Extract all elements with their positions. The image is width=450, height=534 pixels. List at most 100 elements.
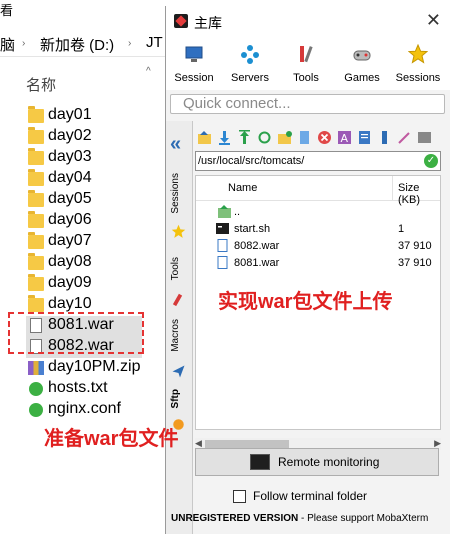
- list-item[interactable]: day09: [26, 274, 166, 295]
- main-toolbar: Session Servers Tools Games Sessions: [166, 36, 450, 90]
- list-item[interactable]: day04: [26, 169, 166, 190]
- support-text: - Please support MobaXterm: [298, 513, 429, 524]
- check-icon[interactable]: ✓: [424, 154, 438, 168]
- folder-icon: [28, 190, 44, 207]
- folder-icon: [28, 127, 44, 144]
- status-bar: UNREGISTERED VERSION - Please support Mo…: [171, 513, 450, 524]
- text-file-icon: [29, 403, 43, 417]
- folder-icon: [28, 232, 44, 249]
- list-item[interactable]: day05: [26, 190, 166, 211]
- highlight-war-files: [8, 312, 144, 354]
- monitor-icon: [185, 46, 203, 62]
- list-item[interactable]: day07: [26, 232, 166, 253]
- tab-macros[interactable]: Macros: [170, 319, 181, 352]
- script-file-icon: [216, 223, 229, 234]
- breadcrumb-chevron-icon: ›: [22, 38, 26, 49]
- send-icon: [172, 365, 185, 378]
- gamepad-icon: [353, 50, 371, 61]
- tab-sessions[interactable]: Sessions: [170, 173, 181, 214]
- magic-wand-icon[interactable]: [397, 130, 412, 145]
- document-icon: [217, 256, 228, 269]
- file-explorer-window: 看 脑 › 新加卷 (D:) › JT 名称 ^ day01 day02 day…: [0, 0, 166, 534]
- remote-path-text: /usr/local/src/tomcats/: [198, 155, 305, 167]
- remote-path-input[interactable]: /usr/local/src/tomcats/ ✓: [195, 151, 441, 171]
- window-title: 主库: [194, 15, 222, 31]
- list-item[interactable]: nginx.conf: [26, 400, 166, 421]
- tab-tools[interactable]: Tools: [170, 257, 181, 280]
- folder-icon: [28, 148, 44, 165]
- folder-icon: [28, 169, 44, 186]
- new-folder-icon[interactable]: [277, 130, 292, 145]
- table-row[interactable]: start.sh 1: [196, 221, 440, 238]
- properties-icon[interactable]: [377, 130, 392, 145]
- text-file-icon: [29, 382, 43, 396]
- folder-up-icon[interactable]: [197, 130, 212, 145]
- terminal-icon[interactable]: [417, 130, 432, 145]
- sessions-button[interactable]: Sessions: [390, 36, 446, 90]
- menu-view[interactable]: 看: [0, 0, 13, 19]
- games-button[interactable]: Games: [334, 36, 390, 90]
- sftp-panel: A /usr/local/src/tomcats/ ✓ Name Size (K…: [193, 121, 445, 534]
- mobaxterm-logo-icon: [174, 14, 188, 28]
- breadcrumb-drive[interactable]: 新加卷 (D:): [40, 34, 114, 55]
- parent-dir-row[interactable]: ..: [196, 204, 440, 221]
- checkbox-box[interactable]: [233, 490, 246, 503]
- tab-sftp[interactable]: Sftp: [170, 389, 181, 408]
- column-divider[interactable]: [392, 176, 393, 200]
- folder-icon: [28, 253, 44, 270]
- svg-text:A: A: [341, 132, 349, 145]
- list-item[interactable]: day06: [26, 211, 166, 232]
- download-icon[interactable]: [217, 130, 232, 145]
- column-header-size[interactable]: Size (KB): [398, 182, 440, 206]
- scrollbar-thumb[interactable]: [205, 440, 289, 448]
- sftp-toolbar: A: [193, 127, 445, 149]
- breadcrumb-chevron-icon: ›: [128, 38, 132, 49]
- folder-icon: [28, 274, 44, 291]
- upload-icon[interactable]: [237, 130, 252, 145]
- list-item[interactable]: day08: [26, 253, 166, 274]
- star-icon: [408, 44, 428, 64]
- monitor-graph-icon: [250, 454, 270, 470]
- tools-button[interactable]: Tools: [278, 36, 334, 90]
- session-button[interactable]: Session: [166, 36, 222, 90]
- tools-icon: [300, 46, 313, 63]
- list-item[interactable]: day10PM.zip: [26, 358, 166, 379]
- mobaxterm-window: 主库 ✕ Session Servers Tools Games Session…: [165, 6, 450, 534]
- document-icon: [217, 239, 228, 252]
- table-row[interactable]: 8081.war 37 910: [196, 255, 440, 272]
- list-item[interactable]: day03: [26, 148, 166, 169]
- network-icon: [241, 45, 259, 64]
- zip-archive-icon: [28, 361, 44, 375]
- rename-icon[interactable]: A: [337, 130, 352, 145]
- sort-chevron-icon: ^: [146, 66, 151, 77]
- breadcrumb-computer[interactable]: 脑: [0, 34, 15, 55]
- collapse-sidebar-icon[interactable]: «: [170, 133, 181, 156]
- list-item[interactable]: day02: [26, 127, 166, 148]
- list-item[interactable]: day01: [26, 106, 166, 127]
- column-header-name[interactable]: Name: [228, 182, 257, 194]
- servers-button[interactable]: Servers: [222, 36, 278, 90]
- side-tab-bar: « Sessions Tools Macros Sftp: [166, 121, 193, 534]
- table-row[interactable]: 8082.war 37 910: [196, 238, 440, 255]
- quick-connect-input[interactable]: Quick connect...: [170, 94, 445, 114]
- close-icon[interactable]: ✕: [426, 10, 441, 31]
- text-file-icon[interactable]: [357, 130, 372, 145]
- breadcrumb-folder[interactable]: JT: [146, 34, 163, 51]
- delete-icon[interactable]: [317, 130, 332, 145]
- file-list-header: Name Size (KB): [196, 176, 440, 206]
- parent-folder-icon: [218, 205, 231, 218]
- remote-monitoring-button[interactable]: Remote monitoring: [195, 448, 439, 476]
- tools-icon: [172, 293, 183, 307]
- folder-icon: [28, 295, 44, 312]
- column-header-name[interactable]: 名称: [26, 74, 56, 95]
- prepare-annotation: 准备war包文件: [44, 428, 179, 450]
- new-file-icon[interactable]: [297, 130, 312, 145]
- refresh-icon[interactable]: [257, 130, 272, 145]
- star-icon: [171, 224, 186, 238]
- explorer-menu-bar: 看: [0, 0, 166, 22]
- address-bar[interactable]: 脑 › 新加卷 (D:) › JT: [0, 32, 166, 57]
- list-item[interactable]: hosts.txt: [26, 379, 166, 400]
- unregistered-label: UNREGISTERED VERSION: [171, 513, 299, 524]
- upload-annotation: 实现war包文件上传: [218, 291, 393, 313]
- folder-icon: [28, 106, 44, 123]
